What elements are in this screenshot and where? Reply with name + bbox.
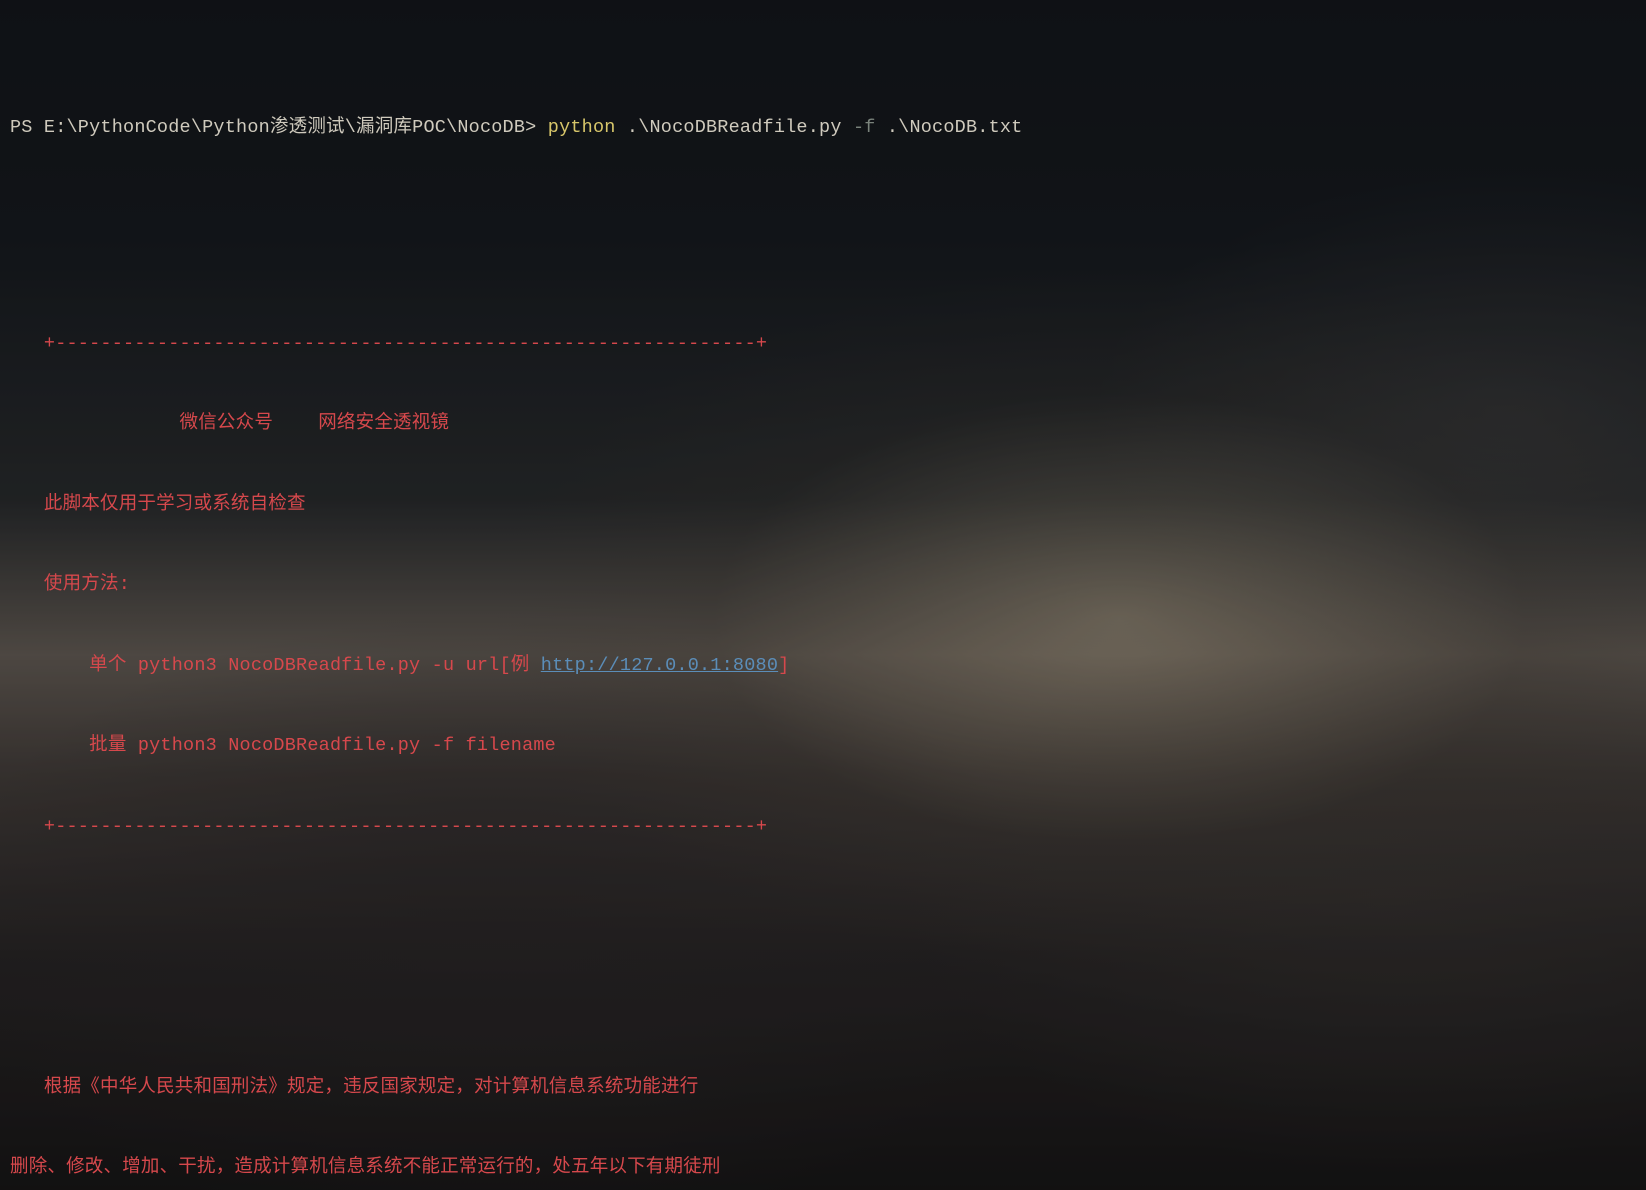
banner-purpose: 此脚本仅用于学习或系统自检查 (10, 492, 1636, 519)
banner-border-bottom: +---------------------------------------… (10, 814, 1636, 841)
banner-usage-single-pre: 单个 python3 NocoDBReadfile.py -u url[例 (10, 655, 541, 676)
terminal-viewport[interactable]: PS E:\PythonCode\Python渗透测试\漏洞库POC\NocoD… (0, 0, 1646, 1190)
cmd-flag: -f (853, 117, 876, 138)
legal-line-2: 删除、修改、增加、干扰，造成计算机信息系统不能正常运行的，处五年以下有期徒刑 (10, 1155, 1636, 1182)
banner-title: 微信公众号 网络安全透视镜 (10, 411, 1636, 438)
prompt-line[interactable]: PS E:\PythonCode\Python渗透测试\漏洞库POC\NocoD… (10, 115, 1636, 142)
cmd-file: .\NocoDB.txt (876, 117, 1023, 138)
prompt-caret: > (525, 117, 548, 138)
banner-usage-single-url[interactable]: http://127.0.0.1:8080 (541, 655, 778, 676)
banner-border-top: +---------------------------------------… (10, 331, 1636, 358)
banner-block: +---------------------------------------… (10, 277, 1636, 894)
cmd-python: python (548, 117, 616, 138)
prompt-ps: PS (10, 117, 44, 138)
banner-usage-label: 使用方法: (10, 572, 1636, 599)
banner-usage-single-post: ] (778, 655, 789, 676)
banner-usage-single: 单个 python3 NocoDBReadfile.py -u url[例 ht… (10, 653, 1636, 680)
prompt-path: E:\PythonCode\Python渗透测试\漏洞库POC\NocoDB (44, 117, 525, 138)
banner-usage-batch: 批量 python3 NocoDBReadfile.py -f filename (10, 733, 1636, 760)
legal-line-1: 根据《中华人民共和国刑法》规定，违反国家规定，对计算机信息系统功能进行 (10, 1075, 1636, 1102)
cmd-script: .\NocoDBReadfile.py (616, 117, 853, 138)
legal-block: 根据《中华人民共和国刑法》规定，违反国家规定，对计算机信息系统功能进行 删除、修… (10, 1021, 1636, 1190)
